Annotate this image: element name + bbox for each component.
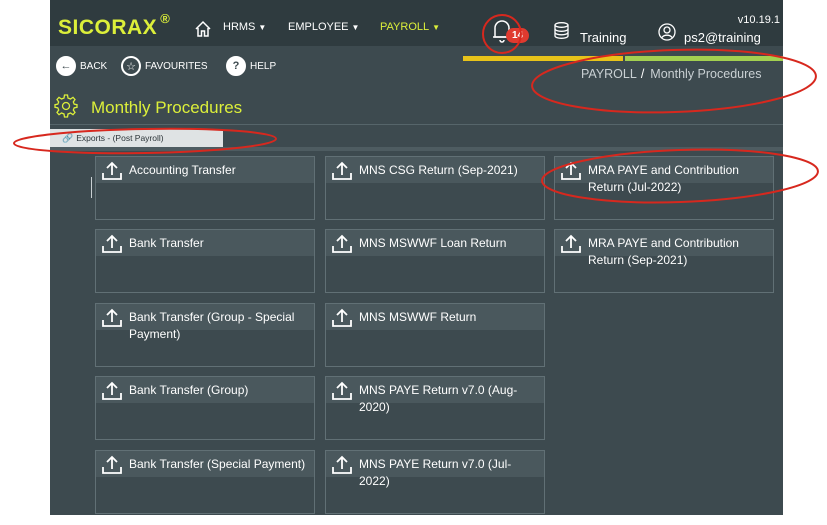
brand-logo[interactable]: SICORAX ® [58, 11, 171, 40]
tile-bank-transfer-special[interactable]: Bank Transfer (Special Payment) [95, 450, 315, 514]
favourites-label: FAVOURITES [145, 60, 208, 72]
upload-icon [332, 455, 352, 474]
tile-accounting-transfer[interactable]: Accounting Transfer [95, 156, 315, 220]
back-label: BACK [80, 60, 108, 72]
tile-mns-mswwf-loan-return[interactable]: MNS MSWWF Loan Return [325, 229, 545, 293]
caret-down-icon: ▼ [351, 23, 360, 32]
star-icon: ☆ [121, 56, 141, 76]
help-button[interactable]: ? HELP [226, 56, 276, 76]
title-divider [50, 124, 783, 125]
tile-mns-paye-return-aug-2020[interactable]: MNS PAYE Return v7.0 (Aug-2020) [325, 376, 545, 440]
upload-icon [102, 455, 122, 474]
upload-icon [332, 308, 352, 327]
tile-label: Bank Transfer (Special Payment) [129, 457, 306, 471]
tile-bank-transfer[interactable]: Bank Transfer [95, 229, 315, 293]
tile-bank-transfer-group[interactable]: Bank Transfer (Group) [95, 376, 315, 440]
favourites-button[interactable]: ☆ FAVOURITES [121, 56, 208, 76]
nav-employee[interactable]: EMPLOYEE ▼ [288, 21, 359, 33]
tile-label: MRA PAYE and Contribution Return (Jul-20… [588, 163, 739, 194]
upload-icon [102, 381, 122, 400]
breadcrumb-parent[interactable]: PAYROLL [581, 67, 637, 81]
database-label[interactable]: Training [580, 30, 626, 45]
tile-mns-csg-return[interactable]: MNS CSG Return (Sep-2021) [325, 156, 545, 220]
upload-icon [561, 234, 581, 253]
back-button[interactable]: ← BACK [56, 56, 107, 76]
section-divider [50, 147, 783, 151]
caret-down-icon: ▼ [432, 23, 441, 32]
upload-icon [332, 161, 352, 180]
breadcrumb-current: Monthly Procedures [650, 67, 762, 81]
tile-label: MNS PAYE Return v7.0 (Aug-2020) [359, 383, 518, 414]
registered-mark: ® [160, 11, 171, 26]
upload-icon [561, 161, 581, 180]
gear-icon [54, 94, 78, 118]
tile-label: Accounting Transfer [129, 163, 236, 177]
section-tab-exports[interactable]: 🔗 Exports - (Post Payroll) [50, 129, 223, 147]
link-icon: 🔗 [62, 132, 74, 143]
upload-icon [332, 381, 352, 400]
breadcrumb: PAYROLL / Monthly Procedures [581, 67, 761, 81]
tile-label: MNS MSWWF Return [359, 310, 477, 324]
tile-mra-paye-sep-2021[interactable]: MRA PAYE and Contribution Return (Sep-20… [554, 229, 774, 293]
tile-label: MNS MSWWF Loan Return [359, 236, 507, 250]
tile-label: MNS CSG Return (Sep-2021) [359, 163, 518, 177]
progress-stripe-yellow [463, 56, 623, 61]
notification-badge[interactable]: 14 [506, 28, 530, 43]
upload-icon [102, 161, 122, 180]
back-arrow-icon: ← [56, 56, 76, 76]
database-icon[interactable] [554, 22, 569, 39]
upload-icon [102, 234, 122, 253]
progress-stripe-green [625, 56, 783, 61]
nav-payroll[interactable]: PAYROLL ▼ [380, 21, 440, 33]
caret-down-icon: ▼ [258, 23, 267, 32]
upload-icon [102, 308, 122, 327]
tile-label: MNS PAYE Return v7.0 (Jul-2022) [359, 457, 512, 488]
tile-bank-transfer-group-special[interactable]: Bank Transfer (Group - Special Payment) [95, 303, 315, 367]
breadcrumb-separator: / [640, 67, 645, 81]
tile-mns-mswwf-return[interactable]: MNS MSWWF Return [325, 303, 545, 367]
tile-mns-paye-return-jul-2022[interactable]: MNS PAYE Return v7.0 (Jul-2022) [325, 450, 545, 514]
app-window: SICORAX ® HRMS ▼ EMPLOYEE ▼ PAYROLL ▼ 14 Tra… [50, 0, 783, 515]
nav-hrms[interactable]: HRMS ▼ [223, 21, 266, 33]
user-icon[interactable] [658, 23, 676, 41]
help-label: HELP [250, 60, 277, 72]
tile-label: MRA PAYE and Contribution Return (Sep-20… [588, 236, 739, 267]
help-icon: ? [226, 56, 246, 76]
text-cursor [91, 177, 92, 198]
tile-label: Bank Transfer (Group - Special Payment) [129, 310, 295, 341]
version-label: v10.19.1 [737, 14, 780, 26]
home-icon[interactable] [194, 20, 212, 38]
tile-label: Bank Transfer (Group) [129, 383, 249, 397]
user-label[interactable]: ps2@training [684, 30, 761, 45]
section-tab-label: Exports - (Post Payroll) [76, 133, 164, 143]
tile-label: Bank Transfer [129, 236, 204, 250]
upload-icon [332, 234, 352, 253]
tile-mra-paye-jul-2022[interactable]: MRA PAYE and Contribution Return (Jul-20… [554, 156, 774, 220]
page-title: Monthly Procedures [91, 98, 243, 117]
